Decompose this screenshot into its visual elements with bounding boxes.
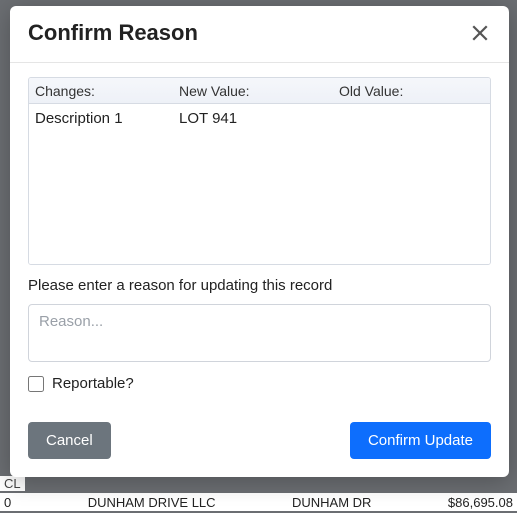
close-button[interactable]: [469, 22, 491, 44]
reportable-checkbox[interactable]: [28, 376, 44, 392]
changes-body[interactable]: Description 1 LOT 941: [29, 104, 490, 264]
reportable-row[interactable]: Reportable?: [28, 375, 491, 392]
backdrop-prefix: 0: [4, 495, 11, 510]
changes-header-row: Changes: New Value: Old Value:: [29, 78, 490, 104]
cell-new: LOT 941: [179, 110, 339, 127]
backdrop-street: DUNHAM DR: [292, 495, 371, 510]
reportable-label: Reportable?: [52, 375, 134, 392]
cell-field: Description 1: [29, 110, 179, 127]
close-icon: [471, 24, 489, 42]
modal-footer: Cancel Confirm Update: [10, 400, 509, 477]
cancel-button[interactable]: Cancel: [28, 422, 111, 459]
col-new-value: New Value:: [179, 83, 339, 99]
changes-table: Changes: New Value: Old Value: Descripti…: [28, 77, 491, 265]
reason-input[interactable]: [28, 304, 491, 362]
confirm-reason-modal: Confirm Reason Changes: New Value: Old V…: [10, 6, 509, 477]
backdrop-row: 0 DUNHAM DRIVE LLC DUNHAM DR $86,695.08: [0, 493, 517, 511]
table-row: Description 1 LOT 941: [29, 104, 490, 127]
reason-prompt: Please enter a reason for updating this …: [28, 277, 491, 294]
backdrop-amount: $86,695.08: [448, 495, 513, 510]
modal-header: Confirm Reason: [10, 6, 509, 63]
modal-body: Changes: New Value: Old Value: Descripti…: [10, 63, 509, 400]
col-old-value: Old Value:: [339, 83, 490, 99]
confirm-update-button[interactable]: Confirm Update: [350, 422, 491, 459]
modal-title: Confirm Reason: [28, 20, 198, 46]
cell-old: [339, 110, 490, 127]
col-changes: Changes:: [29, 83, 179, 99]
backdrop-owner: DUNHAM DRIVE LLC: [88, 495, 216, 510]
backdrop-fragment: CL: [0, 476, 25, 491]
